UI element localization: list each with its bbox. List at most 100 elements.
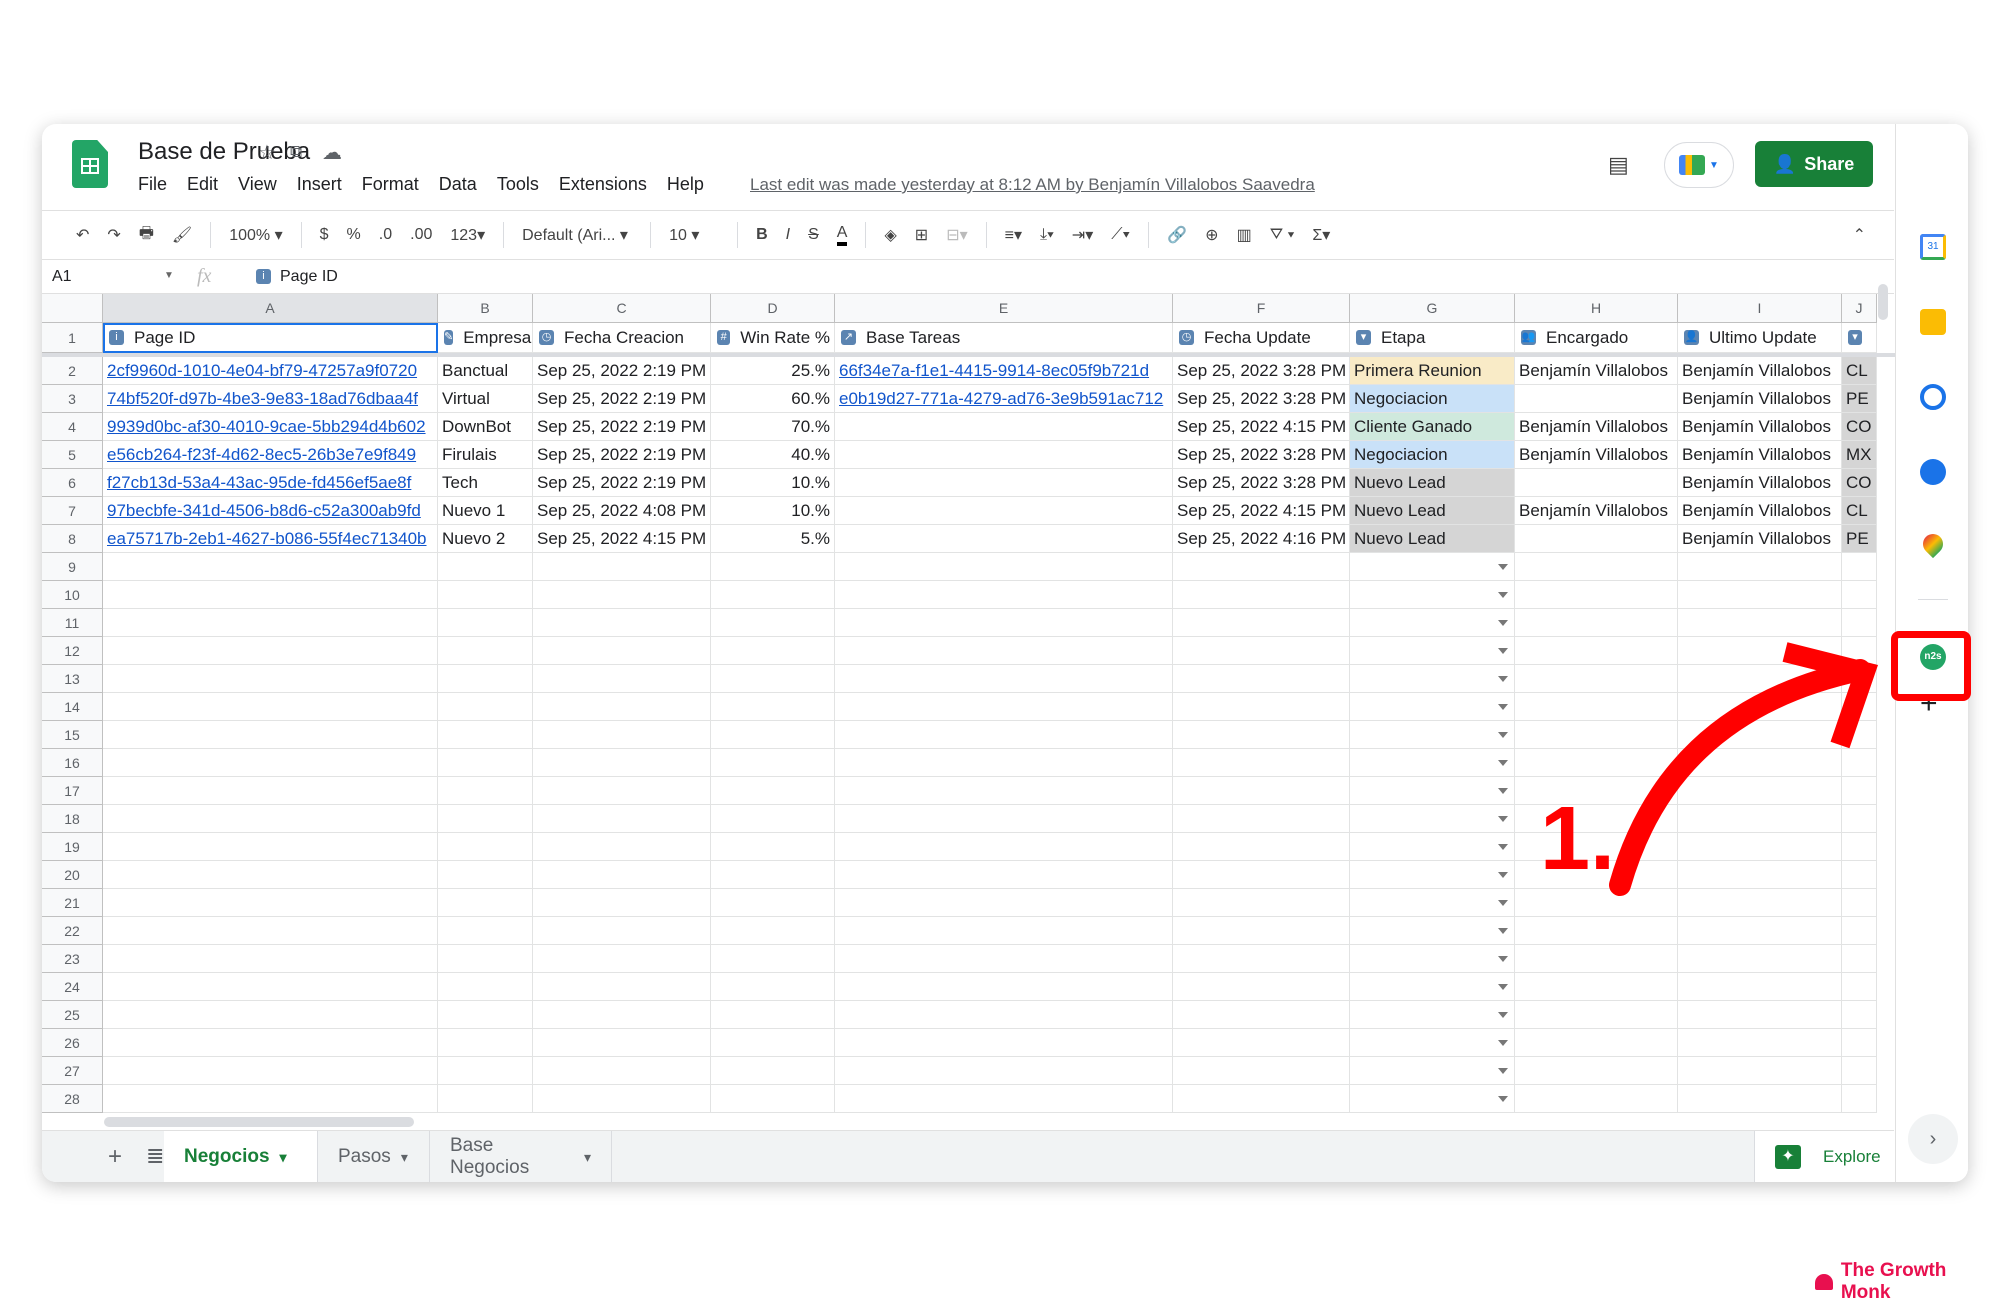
table-cell[interactable] xyxy=(1678,581,1842,609)
table-cell[interactable]: e0b19d27-771a-4279-ad76-3e9b591ac712 xyxy=(835,385,1173,413)
table-cell[interactable] xyxy=(533,973,711,1001)
table-cell[interactable] xyxy=(835,497,1173,525)
row-header[interactable]: 13 xyxy=(42,665,103,693)
table-cell[interactable]: 70.% xyxy=(711,413,835,441)
table-cell[interactable] xyxy=(1515,973,1678,1001)
bold-button[interactable]: B xyxy=(756,226,768,244)
table-cell[interactable] xyxy=(1350,1029,1515,1057)
table-cell[interactable] xyxy=(438,833,533,861)
table-cell[interactable]: 25.% xyxy=(711,357,835,385)
doc-title[interactable]: Base de Prueba xyxy=(138,138,310,166)
table-cell[interactable]: Sep 25, 2022 2:19 PM xyxy=(533,441,711,469)
table-cell[interactable] xyxy=(438,889,533,917)
table-cell[interactable]: Nuevo 2 xyxy=(438,525,533,553)
table-cell[interactable]: 66f34e7a-f1e1-4415-9914-8ec05f9b721d xyxy=(835,357,1173,385)
wrap-icon[interactable]: ⇥▾ xyxy=(1072,225,1093,245)
table-cell[interactable] xyxy=(835,665,1173,693)
table-cell[interactable] xyxy=(1173,945,1350,973)
table-cell[interactable] xyxy=(711,1001,835,1029)
table-cell[interactable] xyxy=(1842,1085,1877,1113)
table-cell[interactable] xyxy=(1515,385,1678,413)
share-button[interactable]: 👤 Share xyxy=(1755,141,1873,187)
table-cell[interactable]: Primera Reunion xyxy=(1350,357,1515,385)
table-cell[interactable] xyxy=(438,749,533,777)
text-color-button[interactable]: A xyxy=(836,224,848,246)
table-cell[interactable] xyxy=(103,1001,438,1029)
table-cell[interactable] xyxy=(711,1029,835,1057)
column-header-j[interactable]: J xyxy=(1842,294,1877,323)
keep-icon[interactable] xyxy=(1920,309,1946,335)
sheet-tab-pasos[interactable]: Pasos ▾ xyxy=(318,1131,430,1182)
row-header[interactable]: 26 xyxy=(42,1029,103,1057)
table-cell[interactable] xyxy=(533,917,711,945)
table-cell[interactable]: Sep 25, 2022 4:16 PM xyxy=(1173,525,1350,553)
table-cell[interactable]: Sep 25, 2022 4:15 PM xyxy=(533,525,711,553)
table-cell[interactable] xyxy=(103,861,438,889)
add-sheet-icon[interactable]: + xyxy=(108,1143,122,1171)
table-cell[interactable] xyxy=(1842,1001,1877,1029)
menu-help[interactable]: Help xyxy=(667,174,704,195)
dropdown-arrow-icon[interactable] xyxy=(1498,1095,1508,1102)
row-header[interactable]: 14 xyxy=(42,693,103,721)
row-header[interactable]: 3 xyxy=(42,385,103,413)
table-cell[interactable]: 2cf9960d-1010-4e04-bf79-47257a9f0720 xyxy=(103,357,438,385)
move-folder-icon[interactable]: ⧉ xyxy=(290,142,302,162)
table-cell[interactable]: Benjamín Villalobos xyxy=(1678,441,1842,469)
row-header[interactable]: 15 xyxy=(42,721,103,749)
table-cell[interactable] xyxy=(835,889,1173,917)
table-cell[interactable] xyxy=(533,777,711,805)
table-cell[interactable] xyxy=(438,609,533,637)
table-cell[interactable]: Sep 25, 2022 2:19 PM xyxy=(533,469,711,497)
table-cell[interactable]: Negociacion xyxy=(1350,385,1515,413)
table-cell[interactable] xyxy=(1173,861,1350,889)
table-cell[interactable] xyxy=(103,1029,438,1057)
table-cell[interactable] xyxy=(1173,721,1350,749)
column-header-e[interactable]: E xyxy=(835,294,1173,323)
table-cell[interactable] xyxy=(103,693,438,721)
menu-extensions[interactable]: Extensions xyxy=(559,174,647,195)
row-header[interactable]: 16 xyxy=(42,749,103,777)
formula-input[interactable]: Page ID xyxy=(280,268,338,286)
table-cell[interactable] xyxy=(1173,693,1350,721)
table-cell[interactable]: Benjamín Villalobos xyxy=(1515,413,1678,441)
table-cell[interactable] xyxy=(1678,1085,1842,1113)
table-cell[interactable] xyxy=(1173,749,1350,777)
valign-icon[interactable]: ⤓▾ xyxy=(1040,226,1054,244)
table-cell[interactable] xyxy=(1515,945,1678,973)
table-cell[interactable]: PE xyxy=(1842,385,1877,413)
all-sheets-icon[interactable]: ≣ xyxy=(146,1143,164,1169)
menu-format[interactable]: Format xyxy=(362,174,419,195)
table-cell[interactable] xyxy=(1173,889,1350,917)
table-cell[interactable] xyxy=(835,693,1173,721)
table-cell[interactable] xyxy=(103,833,438,861)
table-cell[interactable]: 97becbfe-341d-4506-b8d6-c52a300ab9fd xyxy=(103,497,438,525)
dropdown-arrow-icon[interactable] xyxy=(1498,703,1508,710)
table-cell[interactable] xyxy=(1350,637,1515,665)
table-cell[interactable] xyxy=(711,889,835,917)
table-cell[interactable]: 74bf520f-d97b-4be3-9e83-18ad76dbaa4f xyxy=(103,385,438,413)
table-cell[interactable] xyxy=(835,861,1173,889)
table-cell[interactable] xyxy=(1678,1057,1842,1085)
table-cell[interactable] xyxy=(103,805,438,833)
menu-tools[interactable]: Tools xyxy=(497,174,539,195)
row-header[interactable]: 27 xyxy=(42,1057,103,1085)
table-cell[interactable]: Sep 25, 2022 3:28 PM xyxy=(1173,469,1350,497)
table-cell[interactable]: Negociacion xyxy=(1350,441,1515,469)
meet-button[interactable]: ▼ xyxy=(1664,142,1734,188)
table-cell[interactable] xyxy=(1515,917,1678,945)
row-header[interactable]: 8 xyxy=(42,525,103,553)
table-cell[interactable] xyxy=(438,1085,533,1113)
table-cell[interactable] xyxy=(835,833,1173,861)
tasks-icon[interactable] xyxy=(1920,384,1946,410)
table-cell[interactable] xyxy=(1515,1057,1678,1085)
table-cell[interactable] xyxy=(1173,1001,1350,1029)
table-cell[interactable] xyxy=(835,609,1173,637)
table-cell[interactable] xyxy=(438,861,533,889)
table-cell[interactable] xyxy=(835,945,1173,973)
table-cell[interactable] xyxy=(1842,945,1877,973)
table-cell[interactable] xyxy=(103,1085,438,1113)
table-cell[interactable]: Sep 25, 2022 3:28 PM xyxy=(1173,357,1350,385)
dropdown-arrow-icon[interactable] xyxy=(1498,591,1508,598)
table-cell[interactable] xyxy=(1350,721,1515,749)
horizontal-scrollbar[interactable] xyxy=(104,1117,414,1127)
